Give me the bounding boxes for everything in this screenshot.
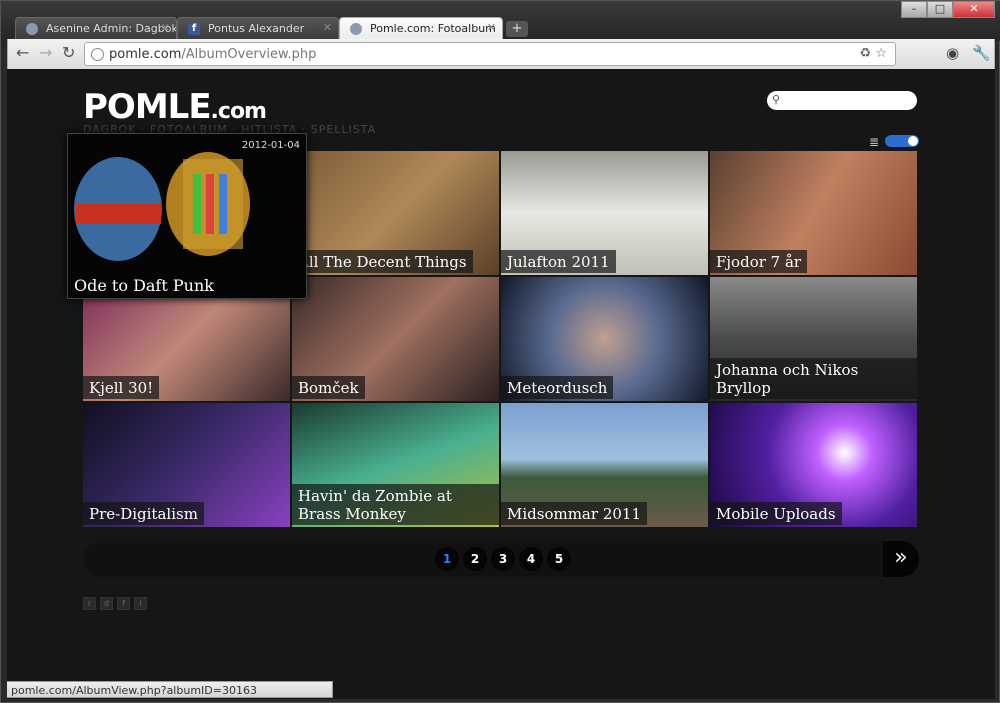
maximize-button[interactable]: □ — [927, 1, 953, 18]
forward-arrow-icon[interactable]: → — [39, 45, 52, 61]
globe-icon — [26, 23, 38, 35]
page-link-5[interactable]: 5 — [547, 547, 571, 571]
tab-pomle-fotoalbum[interactable]: Pomle.com: Fotoalbum ✕ — [339, 17, 503, 39]
tab-title: Asenine Admin: Dagbok — [46, 22, 177, 35]
search-input[interactable]: ⚲ — [767, 91, 917, 110]
album-caption: Kjell 30! — [83, 376, 160, 399]
album-caption: Mobile Uploads — [710, 502, 842, 525]
close-tab-icon[interactable]: ✕ — [323, 21, 332, 34]
tab-title: Pomle.com: Fotoalbum — [370, 22, 496, 35]
browser-window: Asenine Admin: Dagbok ✕ f Pontus Alexand… — [0, 0, 1000, 703]
album-caption: Johanna och Nikos Bryllop — [710, 358, 917, 399]
pagination-bar: 1 2 3 4 5 » — [83, 541, 919, 577]
album-tile[interactable]: Johanna och Nikos Bryllop — [710, 277, 917, 401]
browser-toolbar: ← → ↻ pomle.com/AlbumOverview.php ♻ ☆ ◉ … — [7, 39, 995, 69]
album-caption: Fjodor 7 år — [710, 250, 808, 273]
album-tile[interactable]: Mobile Uploads — [710, 403, 917, 527]
album-caption: Pre-Digitalism — [83, 502, 204, 525]
album-title: Ode to Daft Punk — [74, 276, 214, 295]
page-link-3[interactable]: 3 — [491, 547, 515, 571]
close-window-button[interactable]: ✕ — [953, 1, 995, 18]
logo-text: POMLE — [83, 87, 212, 127]
bookmark-star-icon[interactable]: ☆ — [875, 46, 887, 61]
globe-icon — [350, 23, 362, 35]
album-caption: Julafton 2011 — [501, 250, 616, 273]
page-link-1[interactable]: 1 — [435, 547, 459, 571]
page-link-4[interactable]: 4 — [519, 547, 543, 571]
next-page-button[interactable]: » — [883, 541, 919, 577]
logo-suffix: .com — [210, 99, 267, 124]
facebook-icon[interactable]: f — [117, 597, 130, 610]
album-caption: Midsommar 2011 — [501, 502, 647, 525]
album-caption: All The Decent Things — [292, 250, 473, 273]
toggle-knob — [908, 136, 918, 146]
back-arrow-icon[interactable]: ← — [16, 45, 29, 61]
tab-title: Pontus Alexander — [208, 22, 305, 35]
minimize-button[interactable]: – — [901, 1, 927, 18]
address-bar[interactable]: pomle.com/AlbumOverview.php ♻ ☆ — [84, 42, 896, 66]
wrench-icon[interactable]: 🔧 — [972, 44, 991, 62]
lastfm-icon[interactable]: l — [134, 597, 147, 610]
url-path: /AlbumOverview.php — [181, 47, 317, 62]
album-caption: Bomček — [292, 376, 365, 399]
list-view-icon[interactable]: ≣ — [869, 135, 879, 149]
album-tile[interactable]: Meteordusch — [501, 277, 708, 401]
title-bar: Asenine Admin: Dagbok ✕ f Pontus Alexand… — [1, 1, 1000, 41]
social-links: r d f l — [83, 597, 147, 610]
tab-pontus-alexander[interactable]: f Pontus Alexander ✕ — [177, 17, 339, 39]
album-tile[interactable]: Fjodor 7 år — [710, 151, 917, 275]
page-content: POMLE.com DAGBOK · FOTOALBUM · HITLISTA … — [7, 69, 995, 699]
rss-icon[interactable]: r — [83, 597, 96, 610]
close-tab-icon[interactable]: ✕ — [161, 21, 170, 34]
album-caption: Meteordusch — [501, 376, 614, 399]
album-caption: Havin' da Zombie at Brass Monkey — [292, 484, 499, 525]
reload-icon[interactable]: ↻ — [62, 45, 75, 61]
delicious-icon[interactable]: d — [100, 597, 113, 610]
search-icon: ⚲ — [772, 93, 781, 106]
new-tab-button[interactable]: + — [506, 21, 528, 37]
view-toggle[interactable] — [885, 135, 919, 147]
album-preview-popup[interactable]: 2012-01-04 Ode to Daft Punk — [67, 133, 307, 299]
album-tile[interactable]: Bomček — [292, 277, 499, 401]
album-tile[interactable]: Midsommar 2011 — [501, 403, 708, 527]
chrome-extension-icon[interactable]: ◉ — [946, 44, 959, 62]
daft-punk-image — [68, 134, 306, 298]
album-date: 2012-01-04 — [241, 140, 300, 151]
tab-asenine-admin[interactable]: Asenine Admin: Dagbok ✕ — [15, 17, 177, 39]
site-logo[interactable]: POMLE.com — [83, 87, 267, 127]
album-tile[interactable]: Julafton 2011 — [501, 151, 708, 275]
page-link-2[interactable]: 2 — [463, 547, 487, 571]
album-tile[interactable]: Pre-Digitalism — [83, 403, 290, 527]
close-tab-icon[interactable]: ✕ — [487, 21, 496, 34]
facebook-icon: f — [188, 23, 200, 35]
album-tile[interactable]: All The Decent Things — [292, 151, 499, 275]
extension-icon[interactable]: ♻ — [860, 46, 872, 61]
url-domain: pomle.com — [109, 47, 182, 62]
album-tile[interactable]: Havin' da Zombie at Brass Monkey — [292, 403, 499, 527]
status-bar: pomle.com/AlbumView.php?albumID=30163 — [7, 681, 333, 698]
page-globe-icon — [91, 48, 104, 61]
